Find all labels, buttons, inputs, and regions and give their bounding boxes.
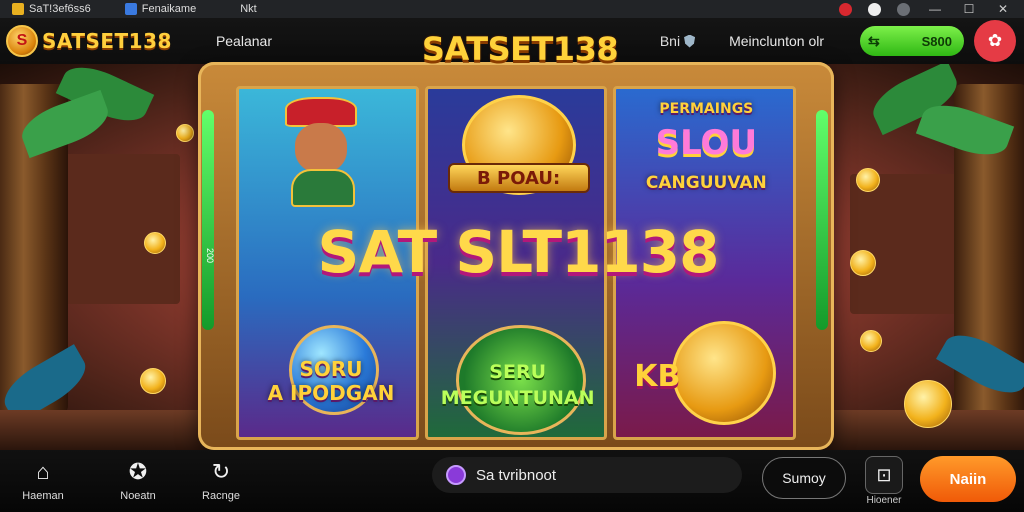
app-icon [12, 3, 24, 15]
window-icon [124, 3, 137, 15]
side-number: 200 [205, 248, 215, 264]
gold-coin [176, 124, 194, 142]
gold-coin [850, 250, 876, 276]
bottom-nav-refresh[interactable]: ↻ Racnge [186, 458, 256, 502]
bag-icon: ⊡ [865, 456, 903, 494]
account-icon[interactable] [897, 2, 910, 16]
tab-window[interactable]: Fenaikame [113, 0, 208, 18]
balance-button[interactable]: ⇆ S800 [860, 26, 964, 56]
game-top-title: SATSET138 [421, 30, 619, 68]
secondary-button[interactable]: Sumoy [762, 457, 846, 499]
brand-logo[interactable]: S SATSET138 [6, 25, 172, 57]
reel-1-label: SORU A IPODGAN [267, 357, 395, 405]
reel-3-bottom-label: KB [634, 359, 681, 394]
github-icon[interactable] [868, 2, 881, 16]
reel-3-small-title: PERMAINGS [659, 101, 754, 117]
tab-app[interactable]: SaT!3ef6ss6 [0, 0, 103, 18]
header-link[interactable]: Meinclunton olr [729, 33, 824, 49]
reel-3-big-title: SLOU [655, 123, 758, 163]
gold-coin [904, 380, 952, 428]
close-button[interactable]: ✕ [994, 2, 1012, 16]
promo-text: Sa tvribnoot [476, 466, 557, 484]
home-icon: ⌂ [36, 459, 50, 484]
bottom-nav-label: Racnge [202, 490, 240, 502]
frame-side-bar [202, 110, 214, 330]
frame-side-bar [816, 110, 828, 330]
reel-2-plaque: B POAU: [447, 163, 590, 193]
game-center-title: SAT SLT1138 [317, 218, 719, 286]
window-titlebar: SaT!3ef6ss6 Fenaikame Nkt — ☐ ✕ [0, 0, 1024, 18]
gold-coin [856, 168, 880, 192]
background-house [850, 174, 970, 314]
gift-button[interactable]: ✿ [974, 20, 1016, 62]
gold-coin [140, 368, 166, 394]
swap-arrows-icon: ⇆ [868, 32, 880, 49]
record-icon[interactable] [839, 2, 852, 16]
promo-search-bar[interactable]: Sa tvribnoot [432, 457, 742, 493]
reel-3-sub-title: CANGUUVAN [645, 173, 767, 193]
reel-2-label: SERU MEGUNTUNAN [440, 361, 595, 409]
chat-icon [446, 465, 466, 485]
tab-label: Nkt [240, 3, 257, 15]
maximize-button[interactable]: ☐ [960, 2, 978, 16]
logo-badge-icon: S [6, 25, 38, 57]
tab-label: Fenaikame [141, 3, 197, 15]
gift-icon: ✿ [987, 31, 1003, 50]
mid-label: Bni [659, 33, 681, 49]
background-house [60, 154, 180, 304]
bottom-nav-label: Noeatn [120, 490, 156, 502]
tile-label: Hioener [866, 495, 902, 506]
bag-tile-button[interactable]: ⊡ Hioener [858, 456, 910, 506]
bottom-nav-home[interactable]: ⌂ Haeman [8, 458, 78, 502]
bottom-nav-star[interactable]: ✪ Noeatn [103, 458, 173, 502]
logo-text: SATSET138 [42, 29, 172, 53]
bottom-nav-label: Haeman [22, 490, 64, 502]
character-face [295, 123, 347, 173]
tab-label: SaT!3ef6ss6 [29, 3, 91, 15]
balance-value: S800 [921, 33, 952, 49]
gold-coin [860, 330, 882, 352]
refresh-icon: ↻ [211, 459, 231, 484]
minimize-button[interactable]: — [926, 2, 944, 16]
character-body [291, 169, 355, 207]
tab-third[interactable]: Nkt [228, 0, 269, 18]
star-badge-icon: ✪ [128, 459, 148, 484]
pirate-character [269, 97, 379, 207]
main-action-button[interactable]: Naiin [920, 456, 1016, 502]
header-mid[interactable]: Bni [659, 33, 696, 49]
shield-icon [684, 34, 696, 48]
gold-coin [144, 232, 166, 254]
nav-link-main[interactable]: Pealanar [216, 33, 272, 49]
